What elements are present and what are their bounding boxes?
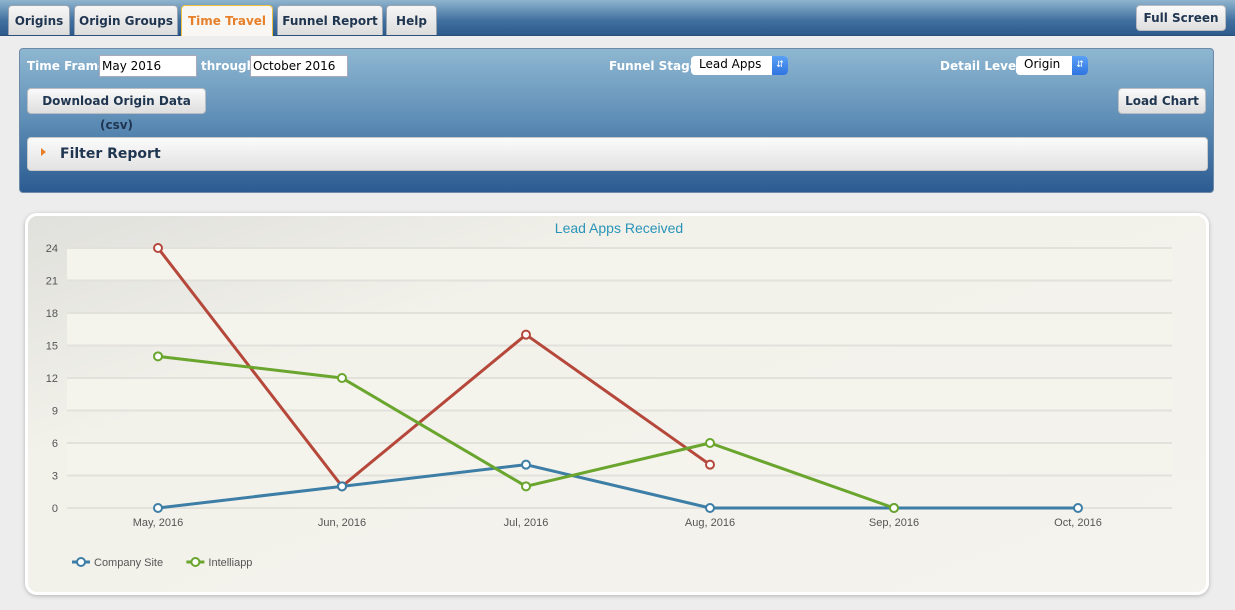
x-tick-label: Aug, 2016 xyxy=(685,517,735,529)
download-origin-data-button[interactable]: Download Origin Data (csv) xyxy=(27,88,206,132)
chevron-updown-icon: ⇵ xyxy=(772,56,788,75)
data-point xyxy=(153,351,163,362)
y-tick-label: 0 xyxy=(52,503,58,515)
grid-band xyxy=(67,313,1172,346)
legend-swatch-marker xyxy=(190,557,201,567)
y-tick-label: 24 xyxy=(46,243,58,255)
x-tick-label: Oct, 2016 xyxy=(1054,517,1102,529)
x-tick-label: Jun, 2016 xyxy=(318,517,366,529)
tab-origins[interactable]: Origins xyxy=(8,5,70,35)
grid-band xyxy=(67,248,1172,281)
tab-help[interactable]: Help xyxy=(386,5,437,35)
data-point xyxy=(889,503,899,513)
data-point xyxy=(153,503,163,513)
funnel-stage-value: Lead Apps xyxy=(699,57,762,71)
time-frame-label: Time Frame xyxy=(27,59,107,73)
funnel-stage-select[interactable]: Lead Apps ⇵ xyxy=(691,56,788,75)
legend-label: Intelliapp xyxy=(208,557,252,569)
grid-band xyxy=(67,443,1172,476)
y-tick-label: 15 xyxy=(46,341,58,353)
data-point xyxy=(337,373,347,383)
filter-report-label: Filter Report xyxy=(60,146,161,162)
load-chart-button[interactable]: Load Chart xyxy=(1118,88,1206,114)
y-tick-label: 9 xyxy=(52,406,58,418)
data-point xyxy=(337,481,347,492)
data-point xyxy=(705,438,715,448)
detail-level-label: Detail Level: xyxy=(940,59,1025,73)
data-point xyxy=(521,481,531,492)
detail-level-value: Origin xyxy=(1024,57,1061,71)
data-point xyxy=(521,329,531,340)
chevron-updown-icon: ⇵ xyxy=(1072,56,1088,75)
top-tab-bar: Origins Origin Groups Time Travel Funnel… xyxy=(0,0,1235,36)
y-tick-label: 3 xyxy=(52,471,58,483)
x-tick-label: Sep, 2016 xyxy=(869,517,919,529)
x-tick-label: Jul, 2016 xyxy=(504,517,549,529)
legend-swatch-marker xyxy=(76,557,86,567)
data-point xyxy=(521,459,531,470)
controls-panel: Time Frame through Funnel Stage: Lead Ap… xyxy=(19,48,1214,193)
data-point xyxy=(705,503,715,513)
chart-title: Lead Apps Received xyxy=(555,220,683,236)
y-tick-label: 12 xyxy=(46,373,58,385)
time-frame-start-input[interactable] xyxy=(99,55,197,77)
tab-time-travel[interactable]: Time Travel xyxy=(181,5,273,36)
filter-report-toggle[interactable]: Filter Report xyxy=(27,137,1208,171)
x-tick-label: May, 2016 xyxy=(133,517,184,529)
grid-band xyxy=(67,378,1172,411)
data-point xyxy=(153,243,163,253)
tab-funnel-report[interactable]: Funnel Report xyxy=(277,5,383,35)
legend-label: Company Site xyxy=(94,557,163,569)
y-tick-label: 21 xyxy=(46,276,58,288)
tab-origin-groups[interactable]: Origin Groups xyxy=(74,5,178,35)
line-chart: 0 3 6 9 12 15 18 21 24 May, 2016 Jun, 2016 Jul, 201… xyxy=(46,220,1172,569)
data-point xyxy=(705,459,715,470)
detail-level-select[interactable]: Origin ⇵ xyxy=(1016,56,1088,75)
full-screen-button[interactable]: Full Screen xyxy=(1136,5,1226,31)
chart-container: 0 3 6 9 12 15 18 21 24 May, 2016 Jun, 2016 Jul, 201… xyxy=(25,213,1209,595)
y-tick-label: 6 xyxy=(52,438,58,450)
funnel-stage-label: Funnel Stage: xyxy=(609,59,703,73)
y-tick-label: 18 xyxy=(46,308,58,320)
expand-arrow-icon xyxy=(41,148,46,156)
time-frame-end-input[interactable] xyxy=(250,55,348,77)
data-point xyxy=(1073,503,1083,513)
through-label: through xyxy=(201,59,256,73)
